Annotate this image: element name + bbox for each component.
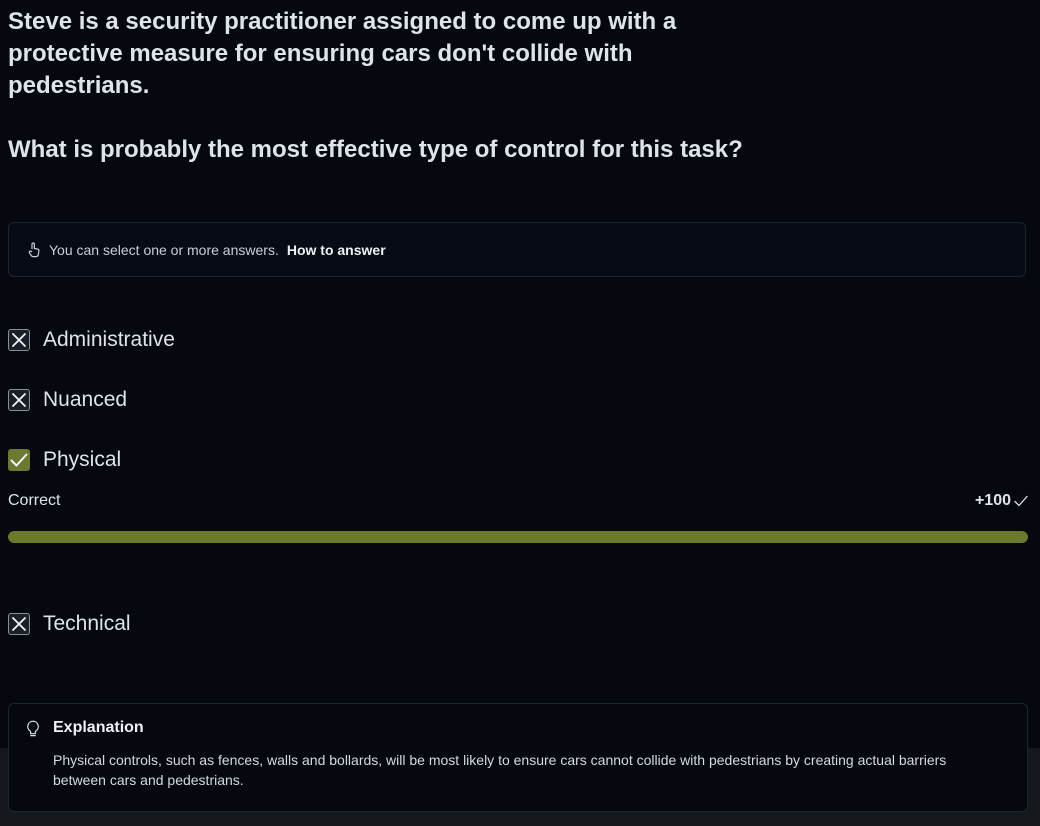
option-administrative[interactable]: Administrative [8, 328, 175, 352]
hint-text: You can select one or more answers. [49, 241, 279, 258]
explanation-title: Explanation [53, 719, 144, 736]
quiz-page: Steve is a security practitioner assigne… [0, 0, 1040, 826]
score-badge: +100 [975, 492, 1028, 510]
explanation-panel: Explanation Physical controls, such as f… [8, 703, 1028, 812]
check-icon [8, 449, 30, 471]
answer-hint-box: You can select one or more answers. How … [8, 222, 1026, 277]
score-progress-bar [8, 531, 1028, 543]
result-row: Correct +100 [8, 492, 1028, 510]
question-text: Steve is a security practitioner assigne… [8, 6, 768, 166]
score-progress-fill [8, 531, 1028, 543]
x-icon [8, 389, 30, 411]
score-value: +100 [974, 492, 1011, 509]
option-label: Physical [43, 448, 122, 471]
lightbulb-icon [26, 720, 40, 743]
question-prompt: Steve is a security practitioner assigne… [8, 8, 677, 99]
explanation-body: Physical controls, such as fences, walls… [53, 752, 947, 788]
option-nuanced[interactable]: Nuanced [8, 388, 127, 412]
option-label: Technical [43, 612, 131, 635]
option-label: Nuanced [43, 388, 128, 411]
checkmark-icon [1014, 495, 1028, 507]
x-icon [8, 613, 30, 635]
result-status: Correct [8, 492, 61, 509]
option-technical[interactable]: Technical [8, 612, 131, 636]
question-ask: What is probably the most effective type… [8, 136, 743, 163]
how-to-answer-link[interactable]: How to answer [287, 242, 386, 258]
option-physical[interactable]: Physical [8, 448, 121, 472]
option-label: Administrative [43, 328, 175, 351]
x-icon [8, 329, 30, 351]
hand-pointer-icon [27, 241, 41, 258]
